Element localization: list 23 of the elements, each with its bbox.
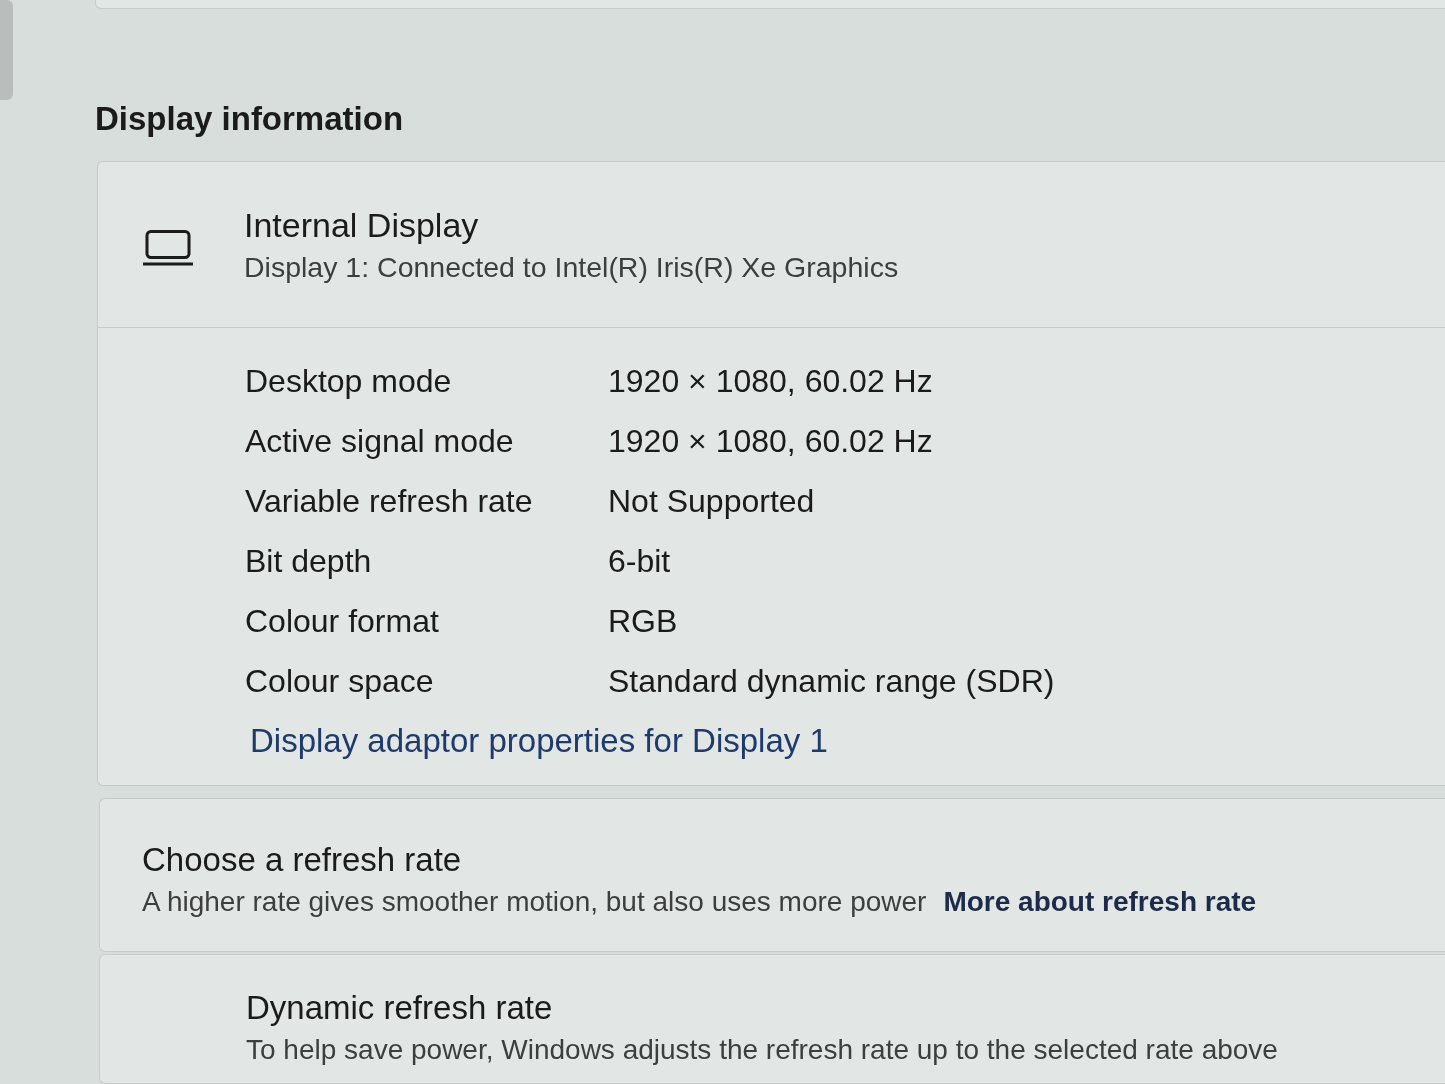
property-label: Colour format xyxy=(245,602,440,642)
learn-more-link[interactable]: More about refresh rate xyxy=(943,881,1257,924)
setting-description: A higher rate gives smoother motion, but also uses more power xyxy=(142,885,927,920)
property-label: Desktop mode xyxy=(245,362,453,402)
setting-title: Choose a refresh rate xyxy=(142,841,462,880)
property-label: Active signal mode xyxy=(245,422,515,462)
property-label: Colour space xyxy=(245,662,435,702)
property-value: Standard dynamic range (SDR) xyxy=(608,662,1055,702)
property-value: 6-bit xyxy=(608,542,671,582)
setting-title: Dynamic refresh rate xyxy=(246,989,553,1028)
display-subtitle: Display 1: Connected to Intel(R) Iris(R) Xe Graphics xyxy=(244,249,899,285)
laptop-icon xyxy=(143,229,193,266)
property-label: Bit depth xyxy=(245,542,373,582)
property-label: Variable refresh rate xyxy=(245,482,534,522)
property-value: RGB xyxy=(608,602,678,642)
setting-description: To help save power, Windows adjusts the refresh rate up to the selected rate above xyxy=(246,1033,1278,1068)
display-title: Internal Display xyxy=(244,204,479,245)
adapter-properties-link[interactable]: Display adaptor properties for Display 1 xyxy=(250,716,828,766)
property-value: 1920 × 1080, 60.02 Hz xyxy=(608,362,933,402)
section-heading: Display information xyxy=(95,99,404,140)
scrollbar-thumb[interactable] xyxy=(0,0,13,100)
property-value: Not Supported xyxy=(608,482,815,522)
property-value: 1920 × 1080, 60.02 Hz xyxy=(608,422,933,462)
